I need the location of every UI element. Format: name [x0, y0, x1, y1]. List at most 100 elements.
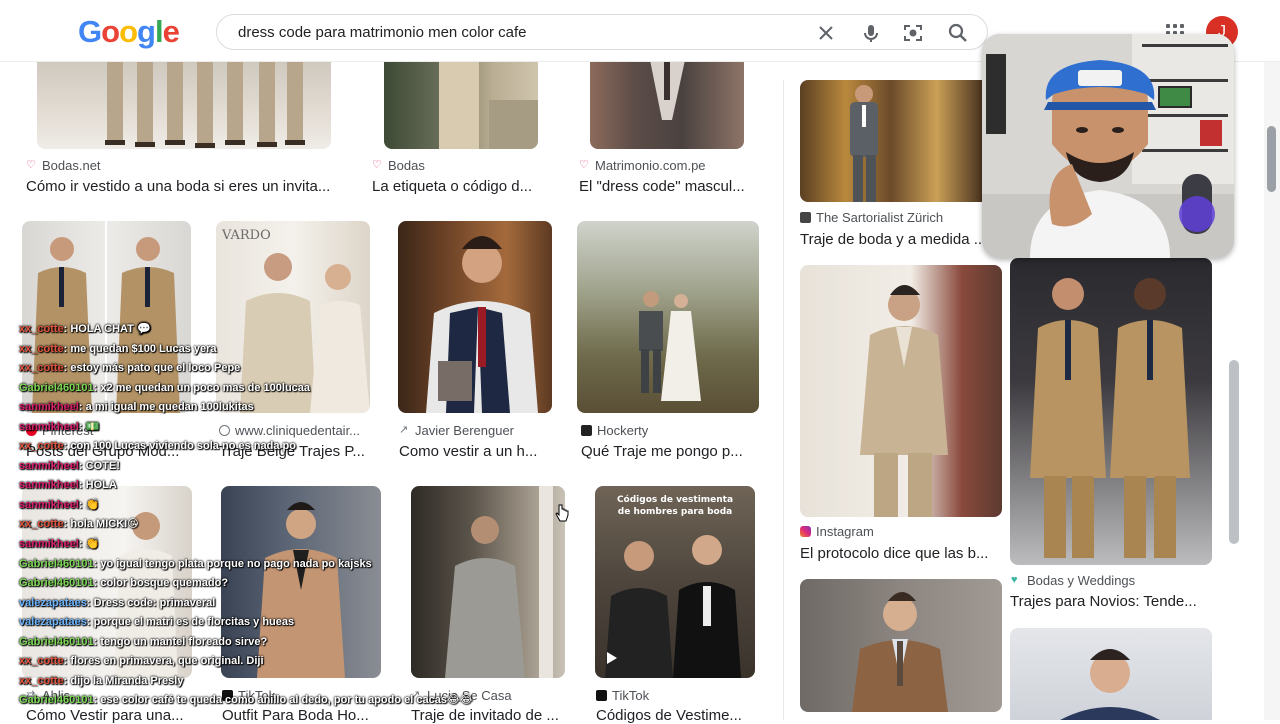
result-source[interactable]: ♥ Bodas y Weddings [1011, 573, 1135, 588]
chat-text: : 👏 [78, 498, 100, 511]
result-image[interactable] [800, 265, 1002, 517]
result-title[interactable]: Traje de boda y a medida ... [800, 231, 990, 248]
chat-text: : Dress code: primaveral [86, 596, 216, 609]
result-image[interactable] [577, 221, 759, 413]
chat-text: : estoy más pato que el loco Pepe [63, 362, 241, 375]
logo-letter: e [162, 14, 180, 49]
result-image[interactable] [590, 60, 744, 149]
clear-icon[interactable] [815, 22, 837, 44]
tiktok-video-thumb: Códigos de vestimenta de hombres para bod… [605, 494, 741, 678]
chat-username: xx_cotte [19, 362, 64, 375]
result-title[interactable]: Cómo ir vestido a una boda si eres un in… [26, 178, 346, 195]
chat-message: sanmikheel: 💵 [19, 418, 489, 438]
result-image[interactable] [1010, 258, 1212, 565]
search-box[interactable]: dress code para matrimonio men color caf… [216, 14, 988, 50]
brown-suit-portrait-image [852, 592, 948, 712]
chat-message: xx_cotte: dijo la Miranda Presly [19, 672, 489, 692]
chat-text: : tengo un mantel floreado sirve? [93, 635, 268, 648]
result-source-label: Matrimonio.com.pe [595, 158, 706, 173]
brand-label: VARDO [221, 228, 271, 243]
search-icon[interactable] [947, 22, 969, 44]
chat-message: xx_cotte: me quedan $100 Lucas yera [19, 340, 489, 360]
stream-chat: xx_cotte: HOLA CHAT 💬 xx_cotte: me quedan… [19, 320, 489, 711]
video-overlay-line-2: de hombres para boda [618, 507, 732, 517]
chat-username: xx_cotte [19, 440, 64, 453]
chat-text: : flores en primavera, que original. Dij… [63, 655, 264, 668]
heart-icon: ♡ [26, 159, 36, 171]
chat-message: Gabriel460101: ese color café te queda c… [19, 691, 489, 711]
result-image[interactable] [384, 60, 538, 149]
chat-username: Gabriel460101 [19, 577, 94, 590]
right-column-divider [783, 80, 784, 720]
result-title[interactable]: El "dress code" mascul... [579, 178, 761, 195]
chat-text: : color bosque quemado? [93, 577, 229, 590]
page-scrollbar-thumb[interactable] [1267, 126, 1276, 192]
result-image[interactable] [37, 60, 331, 149]
chat-text: : me quedan $100 Lucas yera [63, 342, 217, 355]
result-title[interactable]: El protocolo dice que las b... [800, 545, 1005, 562]
result-source-label: Hockerty [597, 423, 649, 438]
chat-username: valezapataes [19, 596, 87, 609]
groomsmen-image [105, 60, 305, 148]
result-source[interactable]: ♡ Bodas.net [26, 158, 101, 173]
chat-message: Gabriel460101: tengo un mantel floreado … [19, 633, 489, 653]
two-grooms-tan-suits-image [1030, 278, 1190, 558]
result-title[interactable]: Trajes para Novios: Tende... [1010, 593, 1215, 610]
result-source-label: TikTok [612, 688, 650, 703]
chat-username: xx_cotte [19, 342, 64, 355]
chat-text: : HOLA [78, 479, 117, 492]
heart-icon: ♡ [372, 159, 382, 171]
chat-text: : con 100 Lucas viviendo sola no es nada… [63, 440, 296, 453]
result-title[interactable]: La etiqueta o código d... [372, 178, 552, 195]
result-source[interactable]: The Sartorialist Zürich [800, 210, 943, 225]
chat-message: sanmikheel: HOLA [19, 476, 489, 496]
logo-letter: g [137, 14, 156, 49]
chat-message: xx_cotte: estoy más pato que el loco Pep… [19, 359, 489, 379]
site-icon [581, 425, 592, 436]
chat-text: : 💵 [78, 420, 100, 433]
results-scrollbar-thumb[interactable] [1229, 360, 1239, 544]
result-source-label: The Sartorialist Zürich [816, 210, 944, 225]
chat-username: Gabriel460101 [19, 557, 94, 570]
chat-message: Gabriel460101: yo igual tengo plata porq… [19, 555, 489, 575]
chat-text: : 👏 [78, 538, 100, 551]
result-source[interactable]: Hockerty [581, 423, 648, 438]
result-image[interactable] [800, 80, 982, 202]
chat-text: : HOLA CHAT 💬 [63, 323, 151, 335]
result-source[interactable]: ♡ Bodas [372, 158, 425, 173]
result-source[interactable]: ♡ Matrimonio.com.pe [579, 158, 706, 173]
logo-letter: G [78, 14, 102, 49]
site-icon [800, 212, 811, 223]
instagram-icon [800, 526, 811, 537]
lens-icon[interactable] [902, 22, 924, 44]
chat-username: sanmikheel [19, 459, 79, 472]
chat-username: Gabriel460101 [19, 381, 94, 394]
result-image[interactable]: Códigos de vestimenta de hombres para bod… [595, 486, 755, 678]
result-source[interactable]: TikTok [596, 688, 649, 703]
microphone-icon[interactable] [860, 22, 882, 44]
result-source-label: Bodas y Weddings [1027, 573, 1136, 588]
result-image[interactable] [800, 579, 1002, 712]
result-image[interactable] [1010, 628, 1212, 720]
result-source-label: Bodas [388, 158, 425, 173]
chat-text: : porque el matri es de florcitas y huea… [86, 616, 295, 629]
chat-text: : yo igual tengo plata porque no pago na… [93, 557, 372, 570]
chat-username: xx_cotte [19, 674, 64, 687]
google-logo[interactable]: Google [78, 14, 180, 50]
result-title[interactable]: Códigos de Vestime... [596, 707, 756, 724]
logo-letter: o [101, 14, 120, 49]
logo-letter: l [154, 14, 164, 49]
chat-text: : a mi igual me quedan 100lukitas [78, 401, 254, 414]
streamer-webcam [982, 34, 1234, 258]
result-title[interactable]: Qué Traje me pongo p... [581, 443, 761, 460]
heart-icon: ♥ [1011, 574, 1018, 586]
result-source[interactable]: Instagram [800, 524, 874, 539]
heart-icon: ♡ [579, 159, 589, 171]
tiktok-icon [596, 690, 607, 701]
search-input[interactable]: dress code para matrimonio men color caf… [238, 24, 526, 41]
navy-suit-portrait-image [1060, 649, 1160, 720]
logo-letter: o [119, 14, 138, 49]
chat-username: sanmikheel [19, 538, 79, 551]
chat-username: xx_cotte [19, 655, 64, 668]
chat-message: sanmikheel: a mi igual me quedan 100luki… [19, 398, 489, 418]
